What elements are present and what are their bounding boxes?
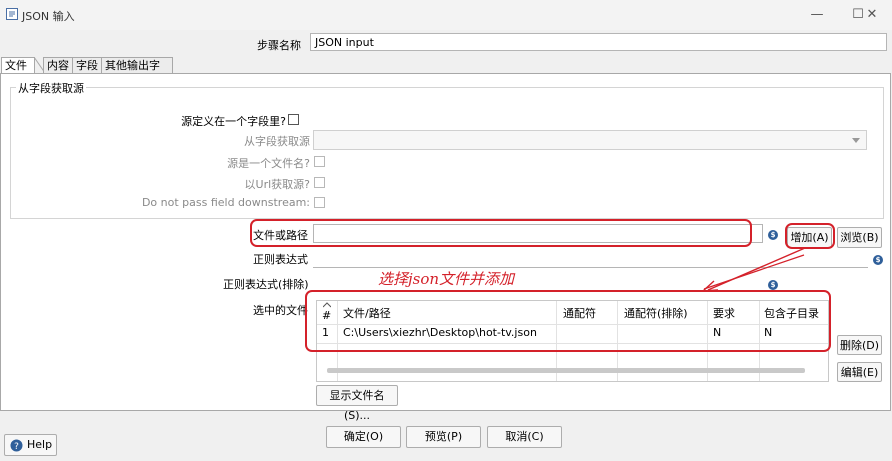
get-source-from-field-label: 从字段获取源 <box>244 135 310 148</box>
cancel-button[interactable]: 取消(C) <box>487 426 562 448</box>
do-not-pass-field-checkbox[interactable] <box>314 197 325 208</box>
annotation-text: 选择json文件并添加 <box>378 270 515 288</box>
selected-files-label: 选中的文件 <box>253 304 308 317</box>
read-source-as-url-checkbox[interactable] <box>314 177 325 188</box>
tab-fields[interactable]: 字段 <box>72 57 102 73</box>
source-field-select[interactable] <box>313 130 867 150</box>
minimize-button[interactable]: — <box>797 4 837 26</box>
regex-variable-icon: $ <box>873 255 883 265</box>
step-name-label: 步骤名称 <box>257 39 301 52</box>
source-in-field-label: 源定义在一个字段里? <box>181 115 286 128</box>
dollar-variable-icon: $ <box>768 230 778 240</box>
json-input-step-icon <box>6 8 18 20</box>
show-filenames-button[interactable]: 显示文件名(S)... <box>316 385 398 422</box>
close-button[interactable]: ✕ <box>852 4 892 26</box>
ok-button[interactable]: 确定(O) <box>326 426 401 448</box>
selected-files-highlight <box>305 290 831 352</box>
source-in-field-checkbox[interactable] <box>288 114 299 125</box>
step-name-value: JSON input <box>315 36 374 49</box>
read-source-as-url-label: 以Url获取源? <box>244 178 310 191</box>
annotation-arrow-icon <box>702 247 806 292</box>
help-circle-icon: ? <box>10 439 23 452</box>
tab-file[interactable]: 文件 <box>1 57 35 73</box>
tab-additional-output-fields[interactable]: 其他输出字段 <box>101 57 173 87</box>
browse-button[interactable]: 浏览(B) <box>837 227 882 248</box>
do-not-pass-field-label: Do not pass field downstream: <box>141 196 310 209</box>
step-name-input[interactable]: JSON input <box>310 33 887 51</box>
source-is-filename-checkbox[interactable] <box>314 156 325 167</box>
help-button[interactable]: ? Help <box>4 434 57 456</box>
edit-button[interactable]: 编辑(E) <box>837 362 882 382</box>
horizontal-scrollbar[interactable] <box>327 368 805 373</box>
help-label: Help <box>27 438 53 451</box>
tab-bar: 文件 内容 字段 其他输出字段 <box>0 57 200 87</box>
regex-label: 正则表达式 <box>253 253 308 266</box>
svg-text:?: ? <box>14 442 19 452</box>
file-or-dir-highlight <box>250 219 752 247</box>
delete-button[interactable]: 删除(D) <box>837 335 882 355</box>
regex-exclude-label: 正则表达式(排除) <box>223 278 309 291</box>
title-bar: JSON 输入 — ☐ ✕ <box>0 0 892 30</box>
preview-button[interactable]: 预览(P) <box>406 426 481 448</box>
window-title: JSON 输入 <box>22 10 75 23</box>
source-group-title: 从字段获取源 <box>16 80 86 96</box>
tab-content[interactable]: 内容 <box>43 57 73 73</box>
source-is-filename-label: 源是一个文件名? <box>227 157 310 170</box>
chevron-down-icon <box>852 138 860 143</box>
